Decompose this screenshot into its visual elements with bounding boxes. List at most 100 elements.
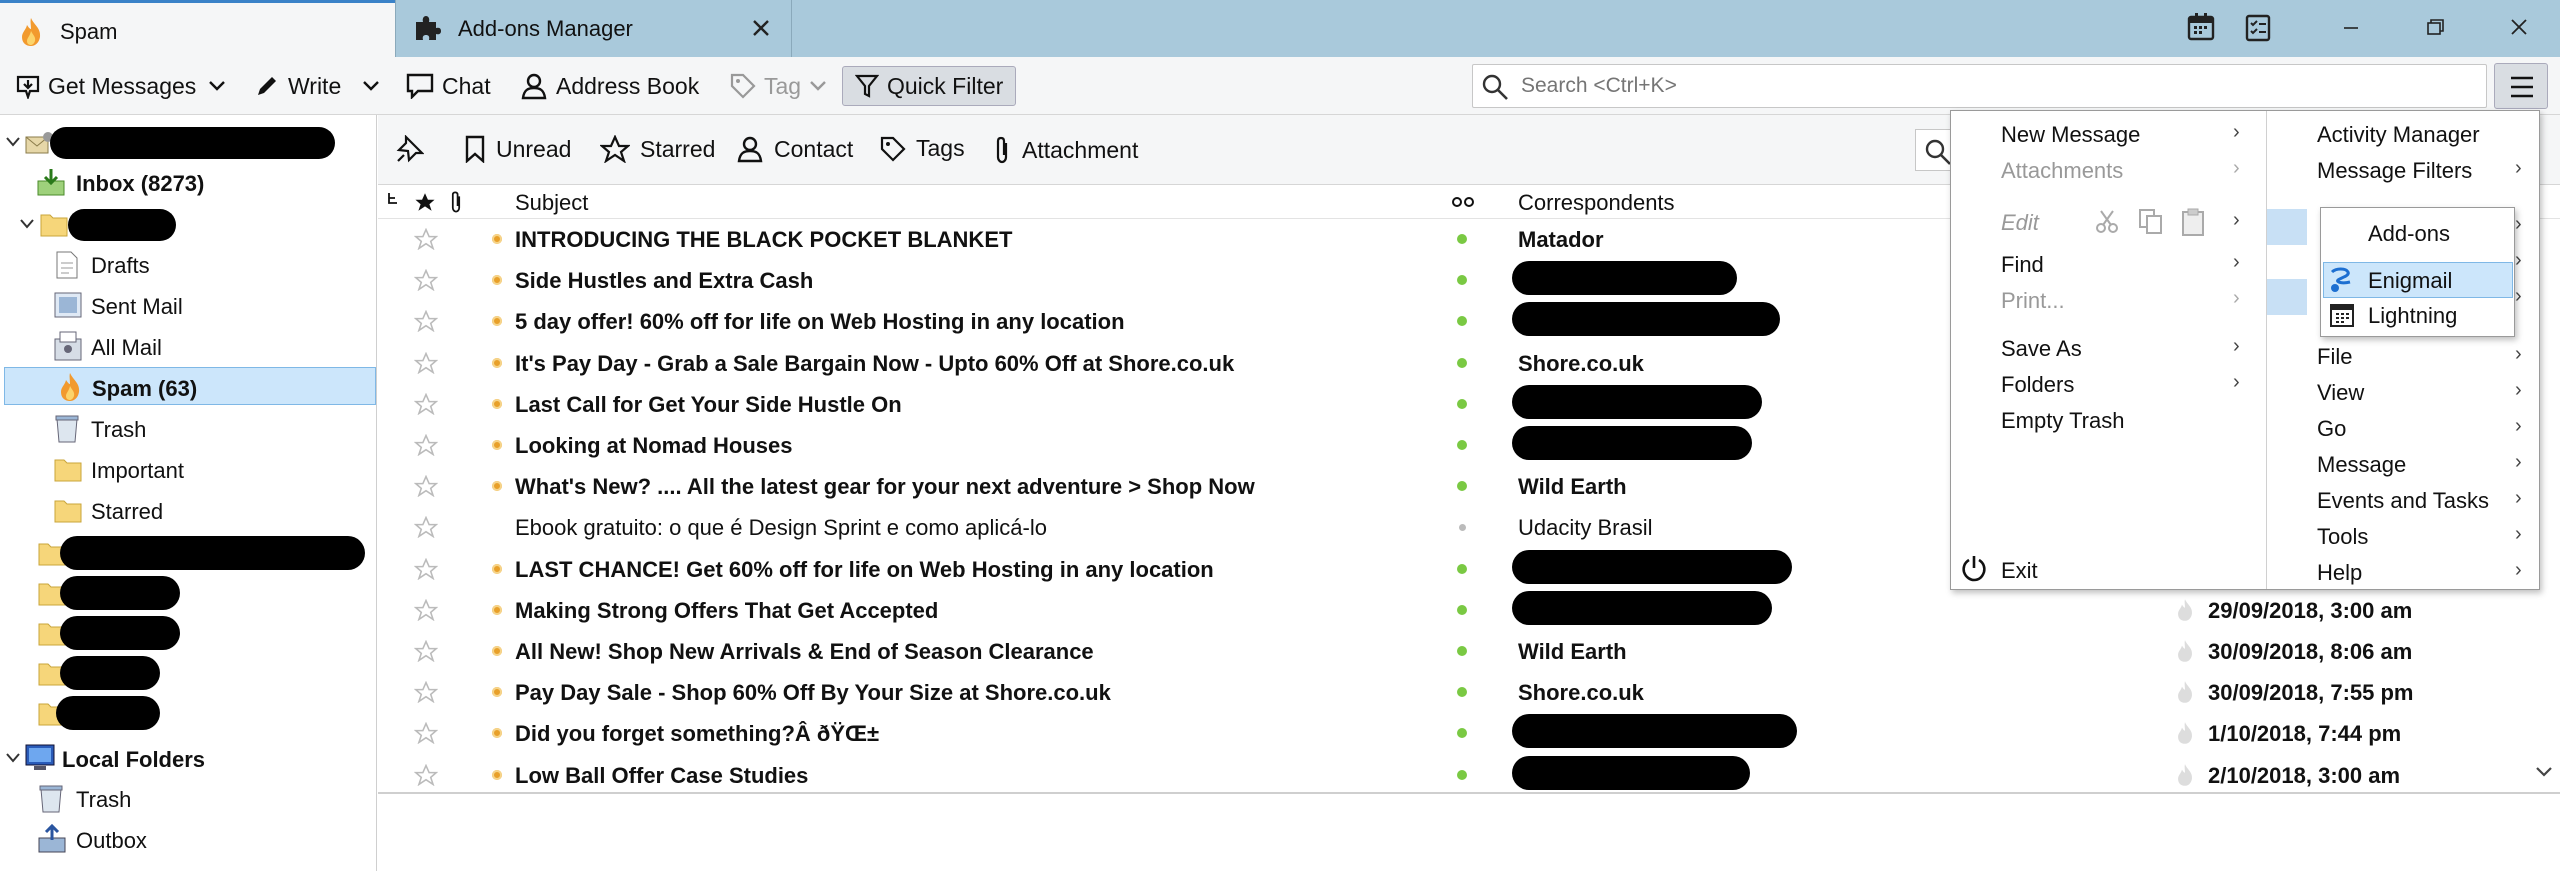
menu-view[interactable]: View — [2317, 380, 2364, 406]
junk-status-icon[interactable] — [492, 234, 502, 244]
scroll-down-icon[interactable] — [2534, 765, 2554, 779]
table-row[interactable]: All New! Shop New Arrivals & End of Seas… — [378, 630, 2560, 671]
local-outbox[interactable]: Outbox — [0, 820, 377, 858]
read-status-dot[interactable] — [1457, 481, 1467, 492]
read-status-dot[interactable] — [1457, 316, 1467, 327]
star-icon[interactable] — [414, 763, 438, 786]
folder-all[interactable]: All Mail — [0, 327, 377, 365]
tab-addons-manager[interactable]: Add-ons Manager — [395, 0, 792, 57]
junk-status-icon[interactable] — [492, 481, 502, 492]
submenu-enigmail[interactable]: Enigmail — [2323, 262, 2513, 298]
global-search[interactable] — [1472, 64, 2487, 108]
tab-spam[interactable]: Spam — [0, 0, 395, 57]
folder-sent[interactable]: Sent Mail — [0, 286, 377, 324]
star-icon[interactable] — [414, 475, 438, 498]
junk-status-icon[interactable] — [492, 728, 502, 739]
star-icon[interactable] — [414, 598, 438, 621]
column-correspondents[interactable]: Correspondents — [1518, 190, 1675, 216]
menu-exit[interactable]: Exit — [2001, 558, 2038, 584]
filter-attachment-button[interactable]: Attachment — [992, 135, 1138, 165]
folder-trash[interactable]: Trash — [0, 409, 377, 447]
star-icon[interactable] — [414, 722, 438, 745]
menu-print[interactable]: Print... — [2001, 288, 2065, 314]
sticky-filter-button[interactable] — [396, 135, 434, 163]
filter-unread-button[interactable]: Unread — [464, 135, 571, 163]
folder-redacted-4[interactable] — [0, 654, 377, 692]
twisty-open-icon[interactable] — [20, 219, 34, 229]
folder-spam[interactable]: Spam (63) — [4, 367, 376, 405]
read-status-dot[interactable] — [1457, 398, 1467, 409]
star-icon[interactable] — [414, 434, 438, 456]
minimize-icon[interactable] — [2336, 12, 2366, 42]
folder-redacted-5[interactable] — [0, 694, 377, 732]
read-status-dot[interactable] — [1457, 728, 1467, 739]
menu-new-message[interactable]: New Message — [2001, 122, 2140, 148]
filter-contact-button[interactable]: Contact — [736, 135, 853, 163]
folder-group[interactable] — [0, 205, 377, 243]
star-icon[interactable] — [414, 557, 438, 580]
close-tab-icon[interactable] — [746, 13, 776, 43]
tag-button[interactable]: Tag — [730, 66, 835, 106]
folder-redacted-1[interactable] — [0, 534, 377, 572]
junk-status-icon[interactable] — [492, 563, 502, 574]
junk-status-icon[interactable] — [492, 646, 502, 656]
copy-icon[interactable] — [2138, 208, 2164, 236]
read-status-column-icon[interactable] — [1451, 195, 1475, 209]
address-book-button[interactable]: Address Book — [520, 66, 699, 106]
read-status-dot[interactable] — [1457, 646, 1467, 656]
menu-message-filters[interactable]: Message Filters — [2317, 158, 2472, 184]
star-icon[interactable] — [414, 516, 438, 539]
table-row[interactable]: Making Strong Offers That Get Accepted 29… — [378, 589, 2560, 630]
read-status-dot[interactable] — [1457, 769, 1467, 780]
attachment-column-icon[interactable] — [448, 189, 464, 215]
folder-redacted-2[interactable] — [0, 574, 377, 612]
folder-redacted-3[interactable] — [0, 614, 377, 652]
app-menu-button[interactable] — [2494, 63, 2548, 109]
restore-icon[interactable] — [2420, 12, 2450, 42]
star-icon[interactable] — [414, 269, 438, 292]
local-folders[interactable]: Local Folders — [0, 739, 377, 777]
star-icon[interactable] — [414, 351, 438, 374]
junk-status-icon[interactable] — [492, 316, 502, 327]
menu-tools[interactable]: Tools — [2317, 524, 2368, 550]
junk-status-icon[interactable] — [492, 604, 502, 615]
quick-filter-button[interactable]: Quick Filter — [842, 66, 1017, 106]
read-status-dot[interactable] — [1457, 604, 1467, 615]
menu-events-tasks[interactable]: Events and Tasks — [2317, 488, 2489, 514]
junk-status-icon[interactable] — [492, 275, 502, 286]
get-messages-dropdown[interactable] — [208, 66, 234, 106]
menu-find[interactable]: Find — [2001, 252, 2044, 278]
write-button[interactable]: Write — [254, 66, 341, 106]
table-row[interactable]: Low Ball Offer Case Studies 2/10/2018, 3:… — [378, 754, 2560, 795]
menu-edit[interactable]: Edit — [2001, 210, 2039, 236]
paste-icon[interactable] — [2181, 207, 2205, 237]
menu-empty-trash[interactable]: Empty Trash — [2001, 408, 2124, 434]
column-subject[interactable]: Subject — [515, 190, 588, 216]
menu-activity-manager[interactable]: Activity Manager — [2317, 122, 2480, 148]
junk-status-icon[interactable] — [492, 440, 502, 450]
chat-button[interactable]: Chat — [406, 66, 491, 106]
read-status-dot[interactable] — [1459, 524, 1466, 532]
menu-help[interactable]: Help — [2317, 560, 2362, 586]
calendar-icon[interactable] — [2186, 12, 2216, 42]
junk-status-icon[interactable] — [492, 357, 502, 368]
menu-message[interactable]: Message — [2317, 452, 2406, 478]
thread-column-icon[interactable] — [386, 191, 400, 213]
read-status-dot[interactable] — [1457, 275, 1467, 286]
search-input[interactable] — [1521, 71, 2421, 101]
local-trash[interactable]: Trash — [0, 779, 377, 817]
tasks-icon[interactable] — [2243, 12, 2273, 42]
star-icon[interactable] — [414, 640, 438, 662]
star-icon[interactable] — [414, 310, 438, 333]
filter-tags-button[interactable]: Tags — [880, 135, 965, 162]
star-icon[interactable] — [414, 228, 438, 250]
menu-save-as[interactable]: Save As — [2001, 336, 2082, 362]
read-status-dot[interactable] — [1457, 687, 1467, 698]
star-icon[interactable] — [414, 681, 438, 704]
cut-icon[interactable] — [2094, 209, 2120, 235]
write-dropdown[interactable] — [362, 66, 388, 106]
star-column-icon[interactable] — [414, 191, 436, 213]
submenu-lightning[interactable]: Lightning — [2368, 303, 2457, 329]
folder-inbox[interactable]: Inbox (8273) — [0, 163, 377, 201]
submenu-addons[interactable]: Add-ons — [2368, 221, 2450, 247]
